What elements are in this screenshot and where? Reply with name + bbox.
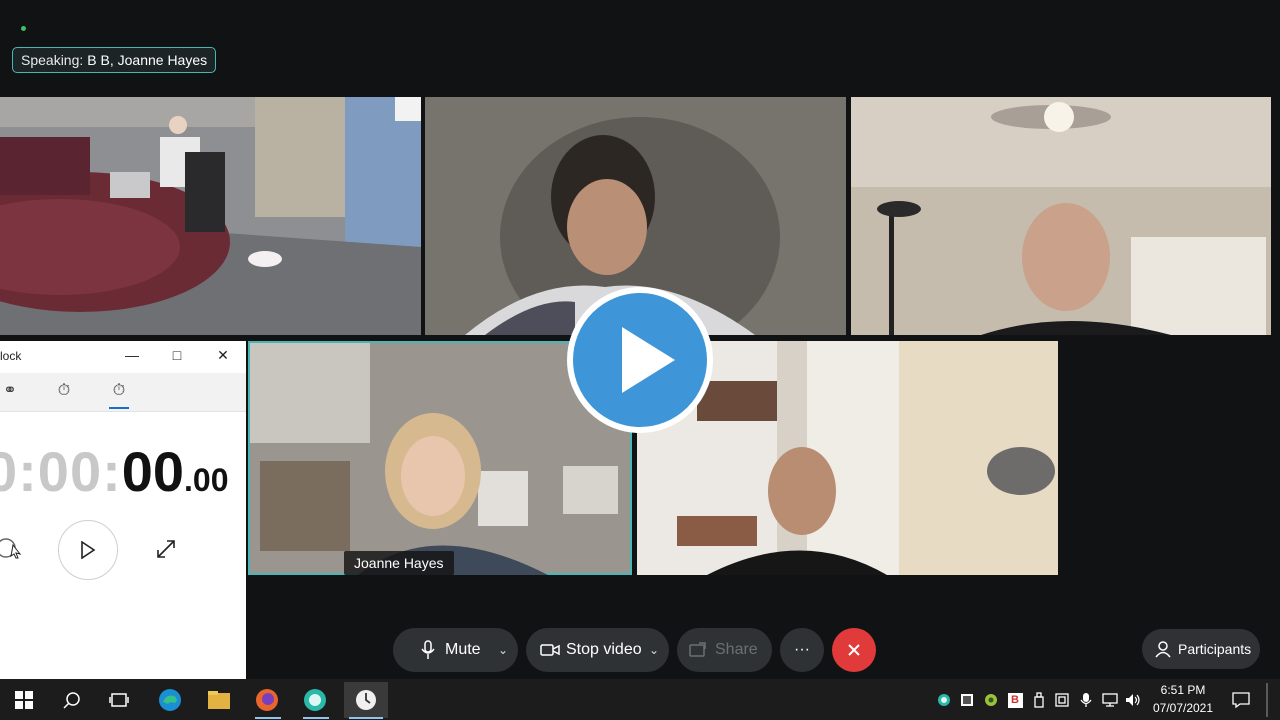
more-options-icon: ··· (794, 641, 810, 658)
speaking-indicator: Speaking: B B, Joanne Hayes (12, 47, 217, 73)
play-icon (81, 541, 96, 559)
edge-browser-icon[interactable] (155, 685, 185, 715)
participant-3-video (851, 97, 1271, 335)
expand-icon[interactable] (154, 537, 178, 561)
firefox-active-indicator (255, 717, 281, 719)
end-call-button[interactable] (832, 628, 876, 672)
speaking-prefix: Speaking: (21, 52, 84, 68)
webex-app-icon[interactable] (300, 685, 330, 715)
share-icon (689, 642, 706, 657)
maximize-button[interactable]: □ (167, 347, 187, 363)
windows-start-icon[interactable] (9, 685, 39, 715)
stopwatch-seconds: 00 (121, 440, 185, 503)
notifications-icon[interactable] (1226, 685, 1256, 715)
chevron-down-icon[interactable]: ⌄ (649, 643, 659, 657)
video-tile-conference-room[interactable] (0, 97, 421, 335)
participants-button[interactable]: Participants (1142, 629, 1260, 669)
brave-tray-icon[interactable]: B (1006, 685, 1024, 715)
speaking-names: B B, Joanne Hayes (87, 52, 208, 68)
firefox-icon[interactable] (252, 685, 282, 715)
mute-button[interactable]: Mute ⌄ (393, 628, 518, 672)
clock-app-window[interactable]: lock — □ ✕ ⚭ ⏱ ⏱ 0:00:00.00 (0, 341, 246, 679)
video-tile-participant-3[interactable] (851, 97, 1271, 335)
stopwatch-play-button[interactable] (58, 520, 118, 580)
timer-icon[interactable]: ⏱ (54, 381, 74, 401)
participant-name-tag: Joanne Hayes (344, 551, 454, 575)
tray-letter: B (1007, 692, 1023, 708)
clock-window-title: lock (0, 349, 22, 363)
stopwatch-hours-minutes: 0:00: (0, 440, 122, 503)
file-explorer-icon[interactable] (204, 685, 234, 715)
close-button[interactable]: ✕ (213, 347, 233, 363)
clock-active-indicator (349, 717, 383, 719)
close-icon (848, 644, 860, 656)
app-tray-icon[interactable] (983, 685, 999, 715)
camera-icon (540, 644, 560, 656)
usb-icon[interactable] (1031, 685, 1047, 715)
conference-room-scene (0, 97, 421, 335)
microphone-icon (421, 640, 435, 659)
participants-label: Participants (1178, 641, 1252, 657)
world-clock-icon[interactable]: ⚭ (0, 381, 20, 401)
stop-video-button[interactable]: Stop video ⌄ (526, 628, 669, 672)
taskbar-date[interactable]: 07/07/2021 (1150, 701, 1216, 715)
share-label: Share (715, 641, 758, 658)
show-desktop-divider[interactable] (1266, 683, 1268, 717)
windows-taskbar: B 6:51 PM 07/07/2021 (0, 679, 1280, 720)
stop-video-label: Stop video (566, 641, 642, 658)
more-options-button[interactable]: ··· (780, 628, 824, 672)
task-view-icon[interactable] (104, 685, 134, 715)
microphone-tray-icon[interactable] (1078, 685, 1094, 715)
webex-active-indicator (303, 717, 329, 719)
volume-icon[interactable] (1124, 685, 1142, 715)
display-icon[interactable] (1054, 685, 1070, 715)
clock-tab-bar: ⚭ ⏱ ⏱ (0, 373, 246, 412)
clock-app-taskbar-icon[interactable] (344, 682, 388, 718)
shield-icon[interactable] (959, 685, 975, 715)
chevron-down-icon[interactable]: ⌄ (498, 643, 508, 657)
taskbar-time[interactable]: 6:51 PM (1150, 683, 1216, 697)
share-button[interactable]: Share (677, 628, 772, 672)
play-overlay-icon (567, 287, 713, 433)
lap-flag-icon[interactable] (0, 536, 22, 560)
mute-label: Mute (445, 641, 481, 658)
webex-tray-icon[interactable] (936, 685, 952, 715)
status-indicator-dot (21, 26, 26, 31)
person-icon (1155, 641, 1171, 658)
search-icon[interactable] (57, 685, 87, 715)
stopwatch-display: 0:00:00.00 (0, 439, 229, 504)
stopwatch-fraction: .00 (184, 462, 229, 498)
minimize-button[interactable]: — (122, 347, 142, 363)
network-icon[interactable] (1101, 685, 1119, 715)
stopwatch-icon[interactable]: ⏱ (109, 381, 129, 409)
video-play-overlay-button[interactable] (567, 287, 713, 433)
